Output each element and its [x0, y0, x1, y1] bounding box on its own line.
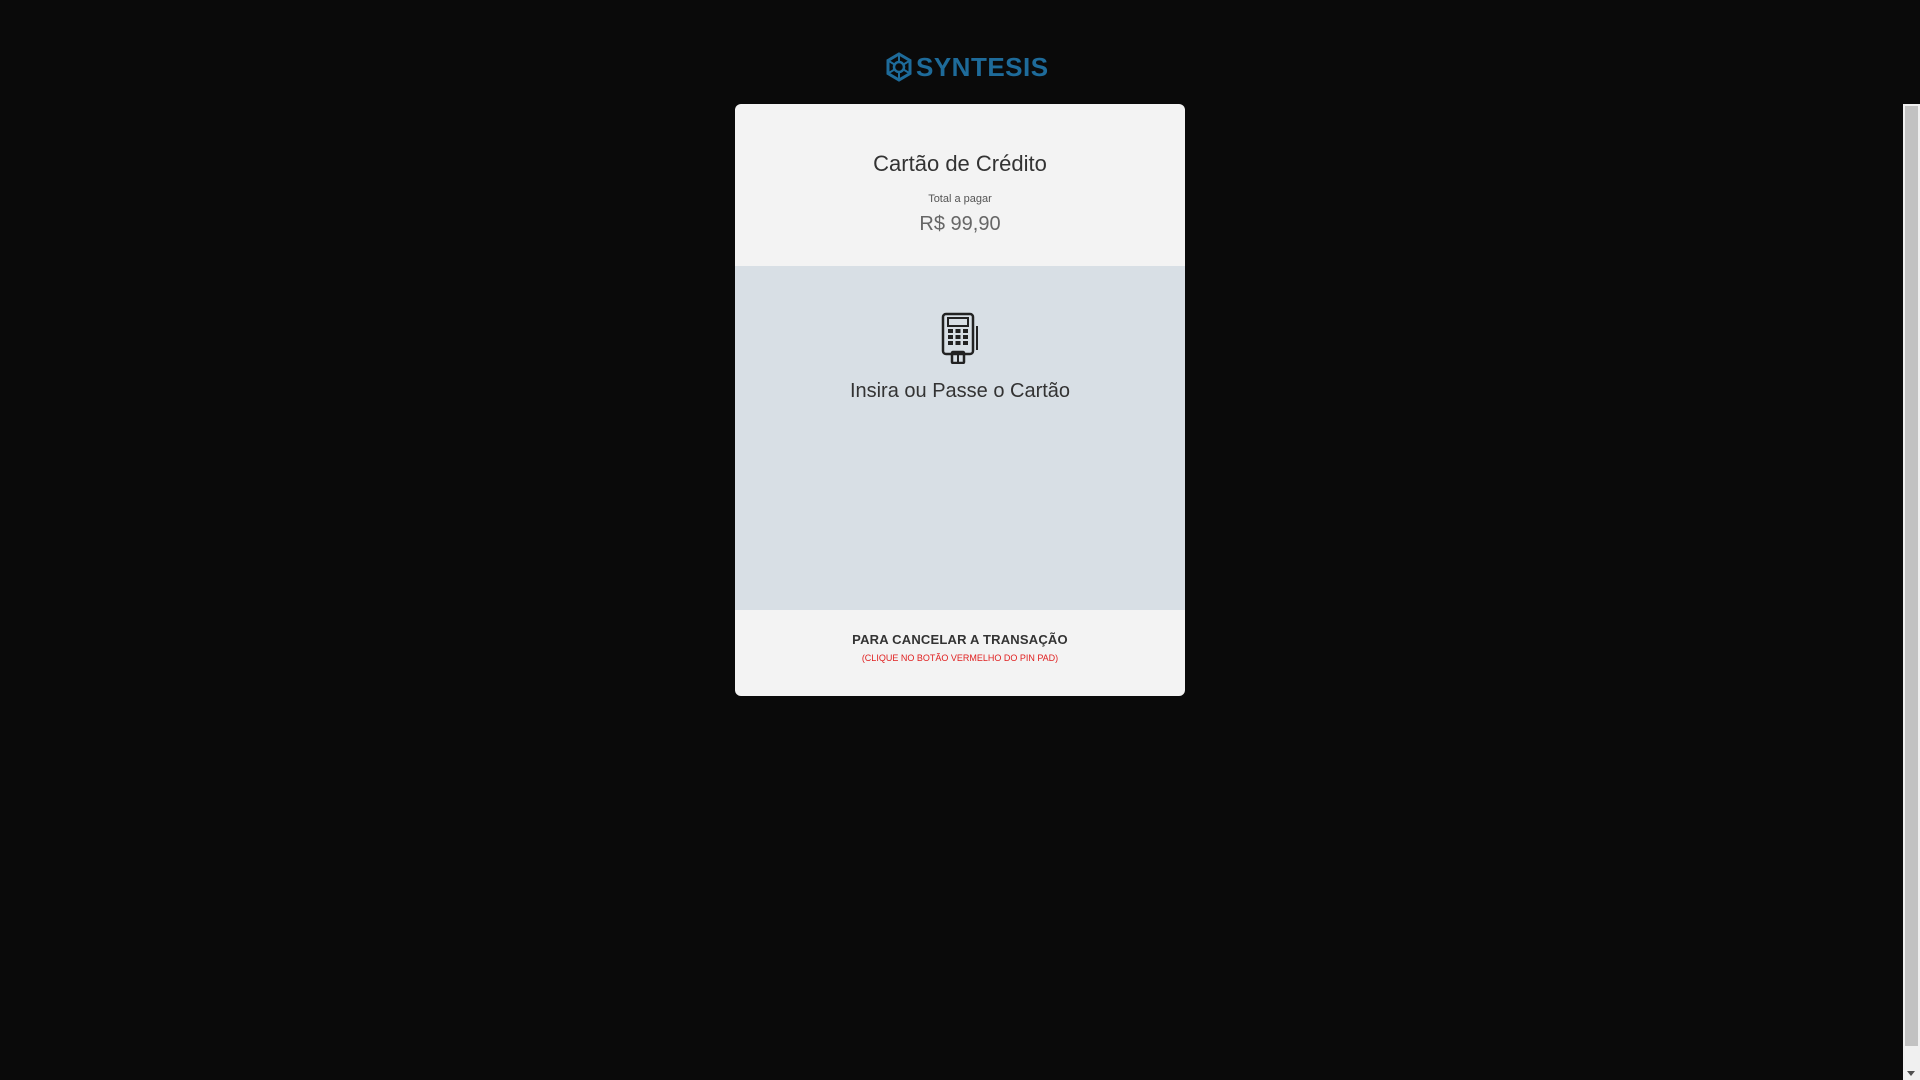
- scrollbar-thumb[interactable]: [1905, 106, 1918, 1046]
- payment-card: Cartão de Crédito Total a pagar R$ 99,90: [735, 104, 1185, 696]
- total-label: Total a pagar: [928, 193, 992, 205]
- total-value: R$ 99,90: [919, 213, 1001, 235]
- cancel-hint: (CLIQUE NO BOTÃO VERMELHO DO PIN PAD): [861, 653, 1059, 663]
- card-instruction-panel: Insira ou Passe o Cartão: [735, 266, 1185, 610]
- vertical-scrollbar[interactable]: [1903, 104, 1920, 1080]
- brand-logo: SYNTESIS: [884, 50, 1049, 84]
- gear-hexagon-icon: [886, 52, 912, 82]
- pinpad-terminal-icon: [941, 312, 978, 364]
- cancel-info: PARA CANCELAR A TRANSAÇÃO (CLIQUE NO BOT…: [735, 610, 1185, 696]
- scroll-down-arrow-icon[interactable]: [1907, 1071, 1915, 1076]
- page: SYNTESIS Cartão de Crédito Total a pagar…: [0, 0, 1920, 1080]
- payment-method-title: Cartão de Crédito: [873, 151, 1047, 176]
- cancel-title: PARA CANCELAR A TRANSAÇÃO: [852, 632, 1068, 647]
- brand-name: SYNTESIS: [916, 52, 1049, 82]
- insert-card-instruction: Insira ou Passe o Cartão: [849, 380, 1071, 402]
- payment-header: Cartão de Crédito Total a pagar R$ 99,90: [735, 104, 1185, 266]
